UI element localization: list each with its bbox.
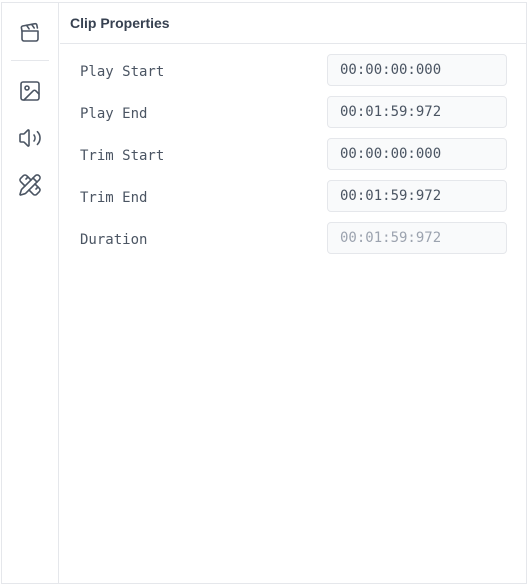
play-end-input[interactable] [327, 96, 507, 128]
play-end-label: Play End [80, 106, 148, 122]
speaker-icon [19, 129, 41, 147]
trim-start-label: Trim Start [80, 148, 165, 164]
panel-title: Clip Properties [70, 15, 170, 31]
tools-button[interactable] [15, 170, 45, 200]
image-button[interactable] [15, 76, 45, 106]
trim-end-row: Trim End [60, 180, 526, 222]
clip-properties-panel: Clip Properties Play Start Play End Trim… [60, 3, 526, 583]
play-start-label: Play Start [80, 64, 165, 80]
play-start-row: Play Start [60, 54, 526, 96]
duration-label: Duration [80, 232, 148, 248]
play-start-input[interactable] [327, 54, 507, 86]
clip-properties-button[interactable] [15, 17, 45, 47]
trim-start-input[interactable] [327, 138, 507, 170]
sidebar-divider [11, 60, 49, 61]
trim-end-label: Trim End [80, 190, 148, 206]
properties-list: Play Start Play End Trim Start Trim End … [60, 54, 526, 264]
editor-frame: Clip Properties Play Start Play End Trim… [1, 2, 527, 584]
trim-start-row: Trim Start [60, 138, 526, 180]
duration-row: Duration [60, 222, 526, 264]
audio-button[interactable] [15, 123, 45, 153]
image-icon [20, 81, 40, 101]
play-end-row: Play End [60, 96, 526, 138]
panel-header: Clip Properties [60, 3, 526, 44]
duration-input [327, 222, 507, 254]
trim-end-input[interactable] [327, 180, 507, 212]
clapperboard-icon [20, 22, 39, 42]
pencil-ruler-icon [19, 174, 41, 196]
sidebar [2, 3, 59, 583]
